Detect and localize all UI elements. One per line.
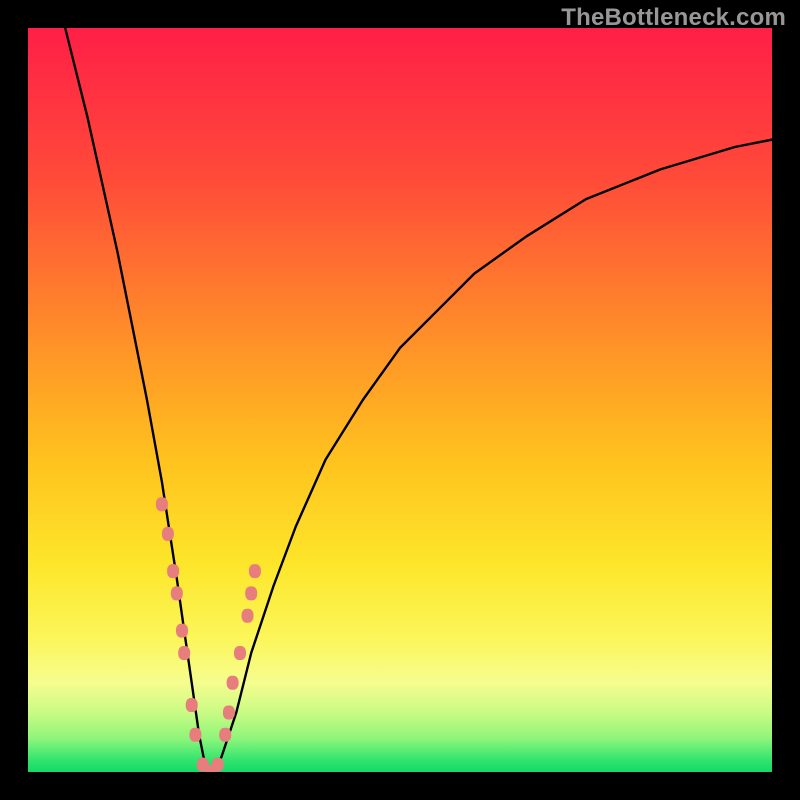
highlight-dot bbox=[176, 624, 188, 638]
highlight-dot bbox=[156, 497, 168, 511]
highlight-dot bbox=[219, 728, 231, 742]
highlight-dot bbox=[227, 676, 239, 690]
highlight-dot bbox=[245, 586, 257, 600]
highlight-dot bbox=[223, 706, 235, 720]
bottleneck-curve bbox=[65, 28, 772, 772]
highlight-dot bbox=[249, 564, 261, 578]
highlight-dot bbox=[167, 564, 179, 578]
highlight-dot bbox=[186, 698, 198, 712]
highlight-dot bbox=[234, 646, 246, 660]
plot-area bbox=[28, 28, 772, 772]
highlight-dot bbox=[242, 609, 254, 623]
highlight-dot bbox=[178, 646, 190, 660]
highlight-dot bbox=[171, 586, 183, 600]
chart-frame: TheBottleneck.com bbox=[0, 0, 800, 800]
highlight-dot bbox=[189, 728, 201, 742]
curve-layer bbox=[28, 28, 772, 772]
highlight-dot bbox=[212, 758, 224, 772]
highlight-dot bbox=[162, 527, 174, 541]
